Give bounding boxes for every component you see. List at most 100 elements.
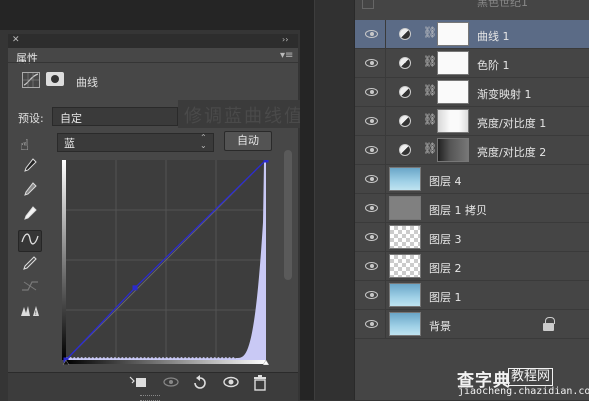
- curve-control-point[interactable]: [132, 285, 138, 291]
- layer-row[interactable]: ⛓ 渐变映射 1: [355, 78, 589, 107]
- layer-name[interactable]: 图层 2: [429, 260, 462, 276]
- resize-gripper[interactable]: [140, 395, 160, 401]
- layer-thumbnail[interactable]: [389, 196, 421, 220]
- layer-row[interactable]: 图层 2: [355, 252, 589, 281]
- eye-icon[interactable]: [365, 85, 379, 99]
- layer-name[interactable]: 曲线 1: [477, 28, 510, 44]
- layer-name[interactable]: 图层 1: [429, 289, 462, 305]
- layer-row[interactable]: 图层 3: [355, 223, 589, 252]
- tab-properties[interactable]: 属性: [16, 50, 38, 66]
- row-divider: [385, 165, 386, 194]
- eye-icon[interactable]: [365, 143, 379, 157]
- chain-link-icon[interactable]: ⛓: [423, 84, 437, 97]
- row-divider: [385, 281, 386, 310]
- layer-name[interactable]: 亮度/对比度 1: [477, 115, 546, 131]
- curve-control-point[interactable]: [263, 157, 269, 163]
- layer-mask-icon[interactable]: [46, 72, 64, 86]
- layer-row[interactable]: ⛓ 亮度/对比度 2: [355, 136, 589, 165]
- white-eyedropper-icon[interactable]: [18, 206, 42, 228]
- layer-mask-thumbnail[interactable]: [437, 22, 469, 46]
- curves-graph[interactable]: [62, 157, 270, 366]
- adjustment-layer-icon: [399, 57, 411, 69]
- output-gradient: [62, 160, 66, 360]
- adjustment-layer-icon: [399, 115, 411, 127]
- close-icon[interactable]: ✕: [12, 35, 20, 45]
- layer-name[interactable]: 图层 1 拷贝: [429, 202, 487, 218]
- layer-row[interactable]: ⛓ 色阶 1: [355, 49, 589, 78]
- overlay-text: 修调蓝曲线值: [184, 106, 304, 127]
- row-divider: [385, 310, 386, 339]
- layer-thumbnail[interactable]: [389, 283, 421, 307]
- panel-tab-bar: [8, 34, 298, 49]
- preset-value: 自定: [60, 112, 82, 125]
- eye-icon[interactable]: [365, 288, 379, 302]
- row-divider: [385, 49, 386, 78]
- preset-label: 预设:: [18, 112, 44, 125]
- layer-name[interactable]: 背景: [429, 318, 451, 334]
- panel-menu-icon[interactable]: ▾≡: [280, 50, 293, 61]
- channel-dropdown[interactable]: [57, 133, 214, 152]
- chain-link-icon[interactable]: ⛓: [423, 55, 437, 68]
- curves-adjustment-icon[interactable]: [22, 72, 40, 88]
- input-gradient: [66, 360, 266, 364]
- curve-point-tool-icon[interactable]: [18, 230, 42, 252]
- auto-button[interactable]: 自动: [224, 131, 272, 151]
- layer-mask-thumbnail[interactable]: [437, 51, 469, 75]
- layer-thumbnail[interactable]: [389, 167, 421, 191]
- chain-link-icon[interactable]: ⛓: [423, 113, 437, 126]
- layer-row[interactable]: ⛓ 亮度/对比度 1: [355, 107, 589, 136]
- layer-row[interactable]: ⛓ 曲线 1: [355, 20, 589, 49]
- eye-icon[interactable]: [365, 56, 379, 70]
- layer-row[interactable]: 图层 1: [355, 281, 589, 310]
- eye-icon[interactable]: [365, 172, 379, 186]
- layer-thumbnail[interactable]: [389, 225, 421, 249]
- row-divider: [385, 78, 386, 107]
- eye-icon[interactable]: [365, 259, 379, 273]
- layer-mask-thumbnail[interactable]: [437, 80, 469, 104]
- adjustment-layer-icon: [399, 144, 411, 156]
- panel-gutter-right: [314, 0, 354, 400]
- chain-link-icon[interactable]: ⛓: [423, 26, 437, 39]
- visibility-eye-icon[interactable]: [221, 375, 241, 393]
- targeted-adjustment-hand-icon[interactable]: ☝: [20, 136, 29, 154]
- chevron-updown-icon: ⌃ ⌄: [200, 133, 207, 150]
- layer-name[interactable]: 图层 4: [429, 173, 462, 189]
- svg-text:!: !: [35, 310, 37, 317]
- smooth-curve-icon[interactable]: [18, 278, 42, 300]
- eye-icon[interactable]: [365, 201, 379, 215]
- row-divider: [385, 194, 386, 223]
- eye-icon[interactable]: [365, 230, 379, 244]
- layer-name[interactable]: 色阶 1: [477, 57, 510, 73]
- layer-row[interactable]: 背景: [355, 310, 589, 339]
- layer-thumbnail[interactable]: [389, 254, 421, 278]
- layer-thumbnail[interactable]: [389, 312, 421, 336]
- layer-name[interactable]: 渐变映射 1: [477, 86, 532, 102]
- clipping-warning-icon[interactable]: !: [18, 304, 42, 326]
- watermark-url: jiaocheng.chazidian.com: [458, 386, 589, 397]
- chain-link-icon[interactable]: ⛓: [423, 142, 437, 155]
- eye-icon[interactable]: [365, 317, 379, 331]
- row-divider: [385, 20, 386, 49]
- layer-row[interactable]: 图层 4: [355, 165, 589, 194]
- row-divider: [385, 223, 386, 252]
- panel-scrollbar[interactable]: [284, 150, 292, 280]
- layer-name[interactable]: 图层 3: [429, 231, 462, 247]
- layer-name[interactable]: 亮度/对比度 2: [477, 144, 546, 160]
- pencil-icon[interactable]: [18, 256, 42, 278]
- layer-mask-thumbnail[interactable]: [437, 138, 469, 162]
- layer-row[interactable]: 图层 1 拷贝: [355, 194, 589, 223]
- eye-icon[interactable]: [365, 27, 379, 41]
- black-eyedropper-icon[interactable]: [18, 158, 42, 180]
- trash-icon[interactable]: [250, 375, 270, 393]
- view-previous-state-icon[interactable]: [161, 375, 181, 393]
- row-divider: [385, 107, 386, 136]
- eye-icon[interactable]: [365, 114, 379, 128]
- gray-eyedropper-icon[interactable]: [18, 182, 42, 204]
- collapse-icon[interactable]: ››: [282, 35, 288, 44]
- panel-gutter: [300, 0, 314, 400]
- layer-visibility-box[interactable]: [362, 0, 374, 9]
- reset-icon[interactable]: [190, 375, 210, 393]
- layer-mask-thumbnail[interactable]: [437, 109, 469, 133]
- layer-row-partial[interactable]: [355, 0, 589, 12]
- clip-to-layer-icon[interactable]: [128, 375, 148, 393]
